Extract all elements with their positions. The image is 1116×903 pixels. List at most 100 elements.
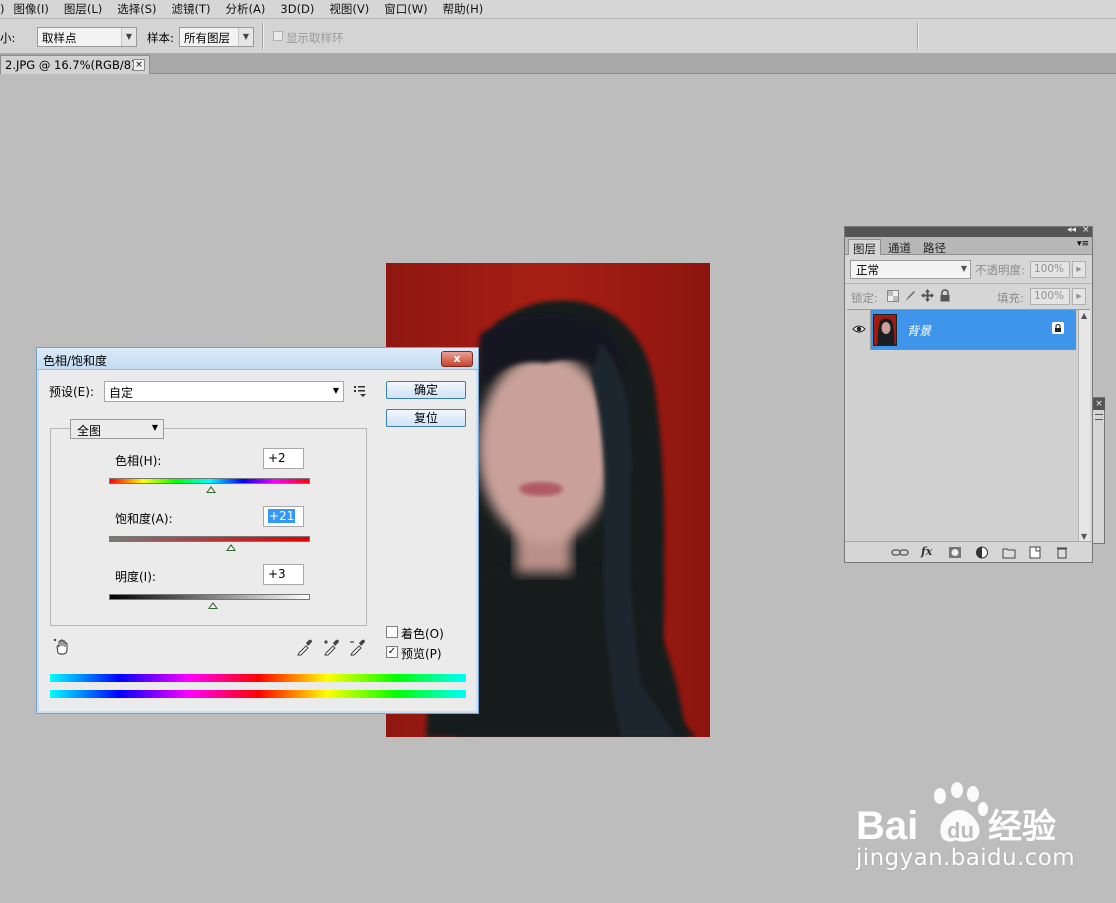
chevron-down-icon: ▼ [960,264,967,273]
lock-label: 锁定: [851,291,878,305]
opacity-arrow-button[interactable]: ▸ [1072,261,1086,278]
divider [262,22,263,50]
hue-slider-track[interactable] [109,478,310,484]
layer-list: 背景 ▲ ▼ [847,309,1090,542]
hand-adjust-icon[interactable] [53,638,71,656]
sample-label: 样本: [147,31,174,45]
collapse-icon[interactable]: ◂◂ [1067,225,1076,235]
baidu-jingyan-watermark: Bai du 经验 jingyan.baidu.com [856,782,1075,882]
menu-item-view[interactable]: 视图(V) [329,1,369,17]
panel-menu-icon[interactable]: ▾≡ [1077,239,1089,249]
scroll-up-icon[interactable]: ▲ [1081,311,1087,320]
panel-menu-icon[interactable] [1095,414,1103,420]
watermark-url: jingyan.baidu.com [856,845,1076,871]
input-color-bar [50,674,466,682]
layer-row-background[interactable]: 背景 [847,310,1076,350]
eye-icon [852,325,866,333]
menu-item-analysis[interactable]: 分析(A) [226,1,266,17]
saturation-value: +21 [268,509,296,523]
link-layers-icon[interactable] [891,546,909,559]
menu-item-window[interactable]: 窗口(W) [384,1,427,17]
new-group-icon[interactable] [1002,546,1016,559]
lightness-input[interactable]: +3 [263,564,304,585]
check-mark-icon: ✓ [387,646,397,657]
sample-size-select[interactable]: 取样点 ▼ [37,27,137,47]
document-tab[interactable]: 2.JPG @ 16.7%(RGB/8) * × [0,55,150,74]
layer-mask-icon[interactable] [948,546,962,559]
fill-input[interactable]: 100% [1030,288,1070,305]
scroll-down-icon[interactable]: ▼ [1081,532,1087,541]
scrollbar[interactable]: ▲ ▼ [1078,310,1090,542]
thumbnail-image [874,315,896,345]
show-ring-checkbox[interactable] [273,31,283,41]
close-icon[interactable]: × [1082,225,1090,235]
menu-item-partial[interactable]: ) [0,2,5,16]
svg-text:Bai: Bai [856,804,918,844]
close-button[interactable]: x [441,351,473,367]
saturation-label: 饱和度(A): [115,512,173,526]
lock-all-icon[interactable] [939,289,951,302]
tab-layers[interactable]: 图层 [848,239,881,256]
menu-item-help[interactable]: 帮助(H) [443,1,484,17]
lock-icon [1052,322,1064,334]
chevron-down-icon: ▼ [151,423,158,432]
close-icon[interactable]: × [133,59,145,71]
menu-item-select[interactable]: 选择(S) [117,1,156,17]
sample-size-label: 小: [0,31,16,45]
subtract-eyedropper-icon[interactable] [348,638,366,656]
layer-style-icon[interactable]: fx [921,545,935,558]
dialog-title-bar[interactable]: 色相/饱和度 x [37,348,478,370]
saturation-input[interactable]: +21 [263,506,304,527]
sample-select[interactable]: 所有图层 ▼ [179,27,254,47]
saturation-slider-thumb[interactable] [225,544,236,551]
opacity-input[interactable]: 100% [1030,261,1070,278]
menu-item-layer[interactable]: 图层(L) [64,1,102,17]
fill-arrow-button[interactable]: ▸ [1072,288,1086,305]
chevron-down-icon: ▼ [332,386,339,395]
blend-mode-value: 正常 [856,263,879,277]
show-ring-label: 显示取样环 [286,31,344,45]
menu-item-3d[interactable]: 3D(D) [280,2,314,16]
trash-icon[interactable] [1055,546,1069,559]
blend-mode-select[interactable]: 正常 ▼ [850,260,971,279]
tab-paths[interactable]: 路径 [919,239,950,255]
hue-input[interactable]: +2 [263,448,304,469]
chevron-down-icon: ▼ [238,28,253,46]
hue-slider-thumb[interactable] [205,486,216,493]
ok-button[interactable]: 确定 [386,381,466,399]
lightness-slider-track[interactable] [109,594,310,600]
menu-bar: ) 图像(I) 图层(L) 选择(S) 滤镜(T) 分析(A) 3D(D) 视图… [0,0,1116,19]
document-tab-title: 2.JPG @ 16.7%(RGB/8) * [5,58,145,72]
preset-value: 自定 [109,386,134,400]
menu-item-filter[interactable]: 滤镜(T) [172,1,211,17]
lock-move-icon[interactable] [921,289,934,302]
close-icon[interactable]: × [1093,398,1105,410]
chevron-down-icon: ▼ [121,28,136,46]
divider [845,283,1092,284]
svg-text:经验: 经验 [988,807,1056,844]
adjustment-layer-icon[interactable] [975,546,989,559]
reset-button[interactable]: 复位 [386,409,466,427]
preset-select[interactable]: 自定 ▼ [104,381,344,402]
preset-options-icon[interactable] [353,384,367,398]
visibility-toggle[interactable] [847,310,871,350]
menu-item-image[interactable]: 图像(I) [14,1,49,17]
hue-label: 色相(H): [115,454,162,468]
eyedropper-icon[interactable] [295,638,313,656]
options-bar: 小: 取样点 ▼ 样本: 所有图层 ▼ 显示取样环 [0,19,1116,54]
channel-select[interactable]: 全图 ▼ [70,419,164,439]
lock-transparent-icon[interactable] [887,290,899,302]
colorize-label: 着色(O) [401,627,444,641]
saturation-slider-track[interactable] [109,536,310,542]
tab-channels[interactable]: 通道 [884,239,915,255]
divider [917,22,918,50]
colorize-checkbox[interactable] [386,626,398,638]
preview-checkbox[interactable]: ✓ [386,646,398,658]
lock-brush-icon[interactable] [904,290,916,302]
fill-label: 填充: [997,291,1024,305]
lightness-slider-thumb[interactable] [207,602,218,609]
add-eyedropper-icon[interactable] [322,638,340,656]
new-layer-icon[interactable] [1028,546,1042,559]
preview-label: 预览(P) [401,647,442,661]
document-tab-bar: 2.JPG @ 16.7%(RGB/8) * × [0,54,1116,74]
